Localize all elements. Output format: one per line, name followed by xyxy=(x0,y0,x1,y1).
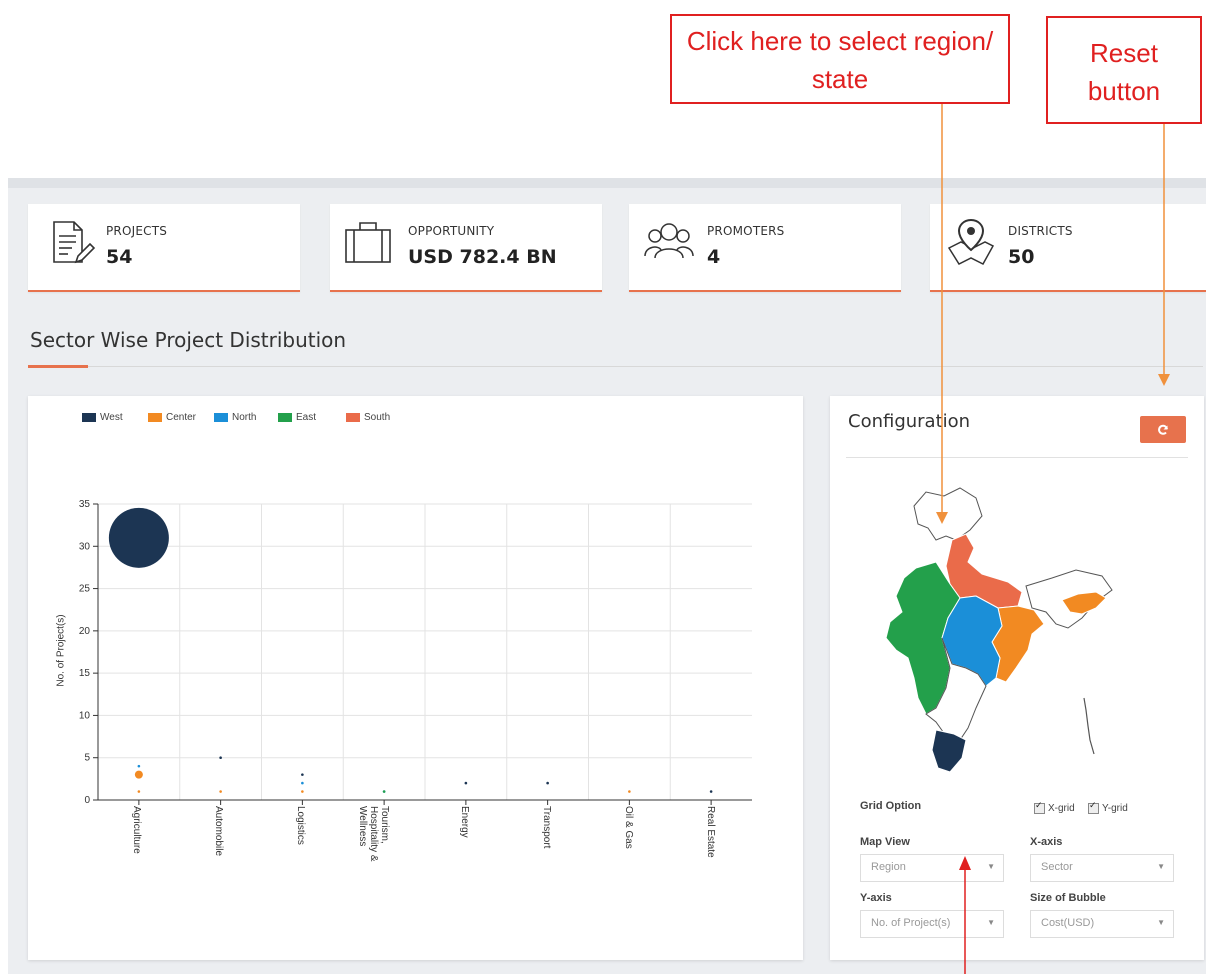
legend-item-north[interactable]: North xyxy=(214,412,256,423)
x-tick-label: Energy xyxy=(459,806,470,838)
x-axis-select-value: Sector xyxy=(1041,861,1073,873)
map-view-label: Map View xyxy=(860,836,910,848)
map-region-kashmir xyxy=(913,487,983,541)
stat-card-opportunity: OPPORTUNITY USD 782.4 BN xyxy=(330,204,602,292)
map-view-select-value: Region xyxy=(871,861,906,873)
document-pen-icon xyxy=(53,221,96,264)
stat-label-districts: DISTRICTS xyxy=(1008,224,1073,238)
y-axis-select-value: No. of Project(s) xyxy=(871,917,951,929)
bubble-size-select[interactable]: Cost(USD) ▼ xyxy=(1030,910,1174,938)
reset-callout-text: Reset button xyxy=(1087,38,1161,106)
ygrid-checkbox-label: Y-grid xyxy=(1102,803,1128,814)
india-region-map[interactable] xyxy=(856,478,1116,778)
stat-card-promoters: PROMOTERS 4 xyxy=(629,204,901,292)
legend-item-east[interactable]: East xyxy=(278,412,316,423)
map-pin-icon xyxy=(947,218,995,265)
stat-card-districts: DISTRICTS 50 xyxy=(930,204,1206,292)
section-divider xyxy=(28,366,1203,367)
legend-swatch xyxy=(214,413,228,422)
y-axis-select[interactable]: No. of Project(s) ▼ xyxy=(860,910,1004,938)
legend-swatch xyxy=(278,413,292,422)
people-group-icon xyxy=(644,223,694,259)
x-tick-label: Transport xyxy=(541,806,552,849)
configuration-divider xyxy=(846,457,1188,458)
briefcase-icon xyxy=(345,222,391,263)
legend-swatch xyxy=(148,413,162,422)
y-axis-title: No. of Project(s) xyxy=(55,614,67,687)
chevron-down-icon: ▼ xyxy=(1157,862,1165,871)
x-tick-label: Real Estate xyxy=(705,806,716,858)
chart-panel xyxy=(28,396,803,960)
legend-item-west[interactable]: West xyxy=(82,412,123,423)
section-accent-bar xyxy=(28,365,88,368)
legend-label: South xyxy=(364,412,391,423)
stat-label-projects: PROJECTS xyxy=(106,224,168,238)
x-tick-label: Automobile xyxy=(213,806,224,857)
dashboard-top-bar xyxy=(8,178,1206,188)
chevron-down-icon: ▼ xyxy=(987,862,995,871)
map-view-select[interactable]: Region ▼ xyxy=(860,854,1004,882)
bubble-size-label: Size of Bubble xyxy=(1030,892,1106,904)
configuration-title: Configuration xyxy=(848,411,971,432)
stat-label-promoters: PROMOTERS xyxy=(707,224,785,238)
ygrid-checkbox[interactable]: Y-grid xyxy=(1088,800,1128,814)
x-tick-label: Oil & Gas xyxy=(623,806,634,849)
x-axis-select[interactable]: Sector ▼ xyxy=(1030,854,1174,882)
map-region-islands xyxy=(1083,697,1095,755)
stat-value-opportunity: USD 782.4 BN xyxy=(408,246,557,268)
stat-value-promoters: 4 xyxy=(707,246,721,268)
chevron-down-icon: ▼ xyxy=(1157,918,1165,927)
legend-swatch xyxy=(346,413,360,422)
x-axis-label: X-axis xyxy=(1030,836,1063,848)
bubble-size-select-value: Cost(USD) xyxy=(1041,917,1095,929)
refresh-icon xyxy=(1158,424,1168,435)
select-region-callout: Click here to select region/ state xyxy=(670,14,1010,104)
x-tick-label: Tourism, Hospitality & Wellness xyxy=(357,806,390,862)
stat-card-projects: PROJECTS 54 xyxy=(28,204,300,292)
xgrid-checkbox-box[interactable] xyxy=(1034,800,1045,814)
xgrid-checkbox-label: X-grid xyxy=(1048,803,1075,814)
x-tick-label: Logistics xyxy=(295,806,306,845)
legend-swatch xyxy=(82,413,96,422)
legend-label: North xyxy=(232,412,257,423)
y-axis-label: Y-axis xyxy=(860,892,892,904)
stat-value-projects: 54 xyxy=(106,246,133,268)
legend-item-center[interactable]: Center xyxy=(148,412,196,423)
ygrid-checkbox-box[interactable] xyxy=(1088,800,1099,814)
x-tick-label: Agriculture xyxy=(131,806,142,854)
legend-label: West xyxy=(100,412,123,423)
legend-item-south[interactable]: South xyxy=(346,412,390,423)
reset-callout: Reset button xyxy=(1046,16,1202,124)
grid-option-label: Grid Option xyxy=(860,800,922,812)
section-title: Sector Wise Project Distribution xyxy=(30,328,347,352)
legend-label: Center xyxy=(166,412,197,423)
select-region-callout-text: Click here to select region/ state xyxy=(686,26,994,94)
xgrid-checkbox[interactable]: X-grid xyxy=(1034,800,1075,814)
legend-label: East xyxy=(296,412,317,423)
stat-value-districts: 50 xyxy=(1008,246,1035,268)
reset-button[interactable] xyxy=(1140,416,1186,443)
stat-label-opportunity: OPPORTUNITY xyxy=(408,224,495,238)
chevron-down-icon: ▼ xyxy=(987,918,995,927)
